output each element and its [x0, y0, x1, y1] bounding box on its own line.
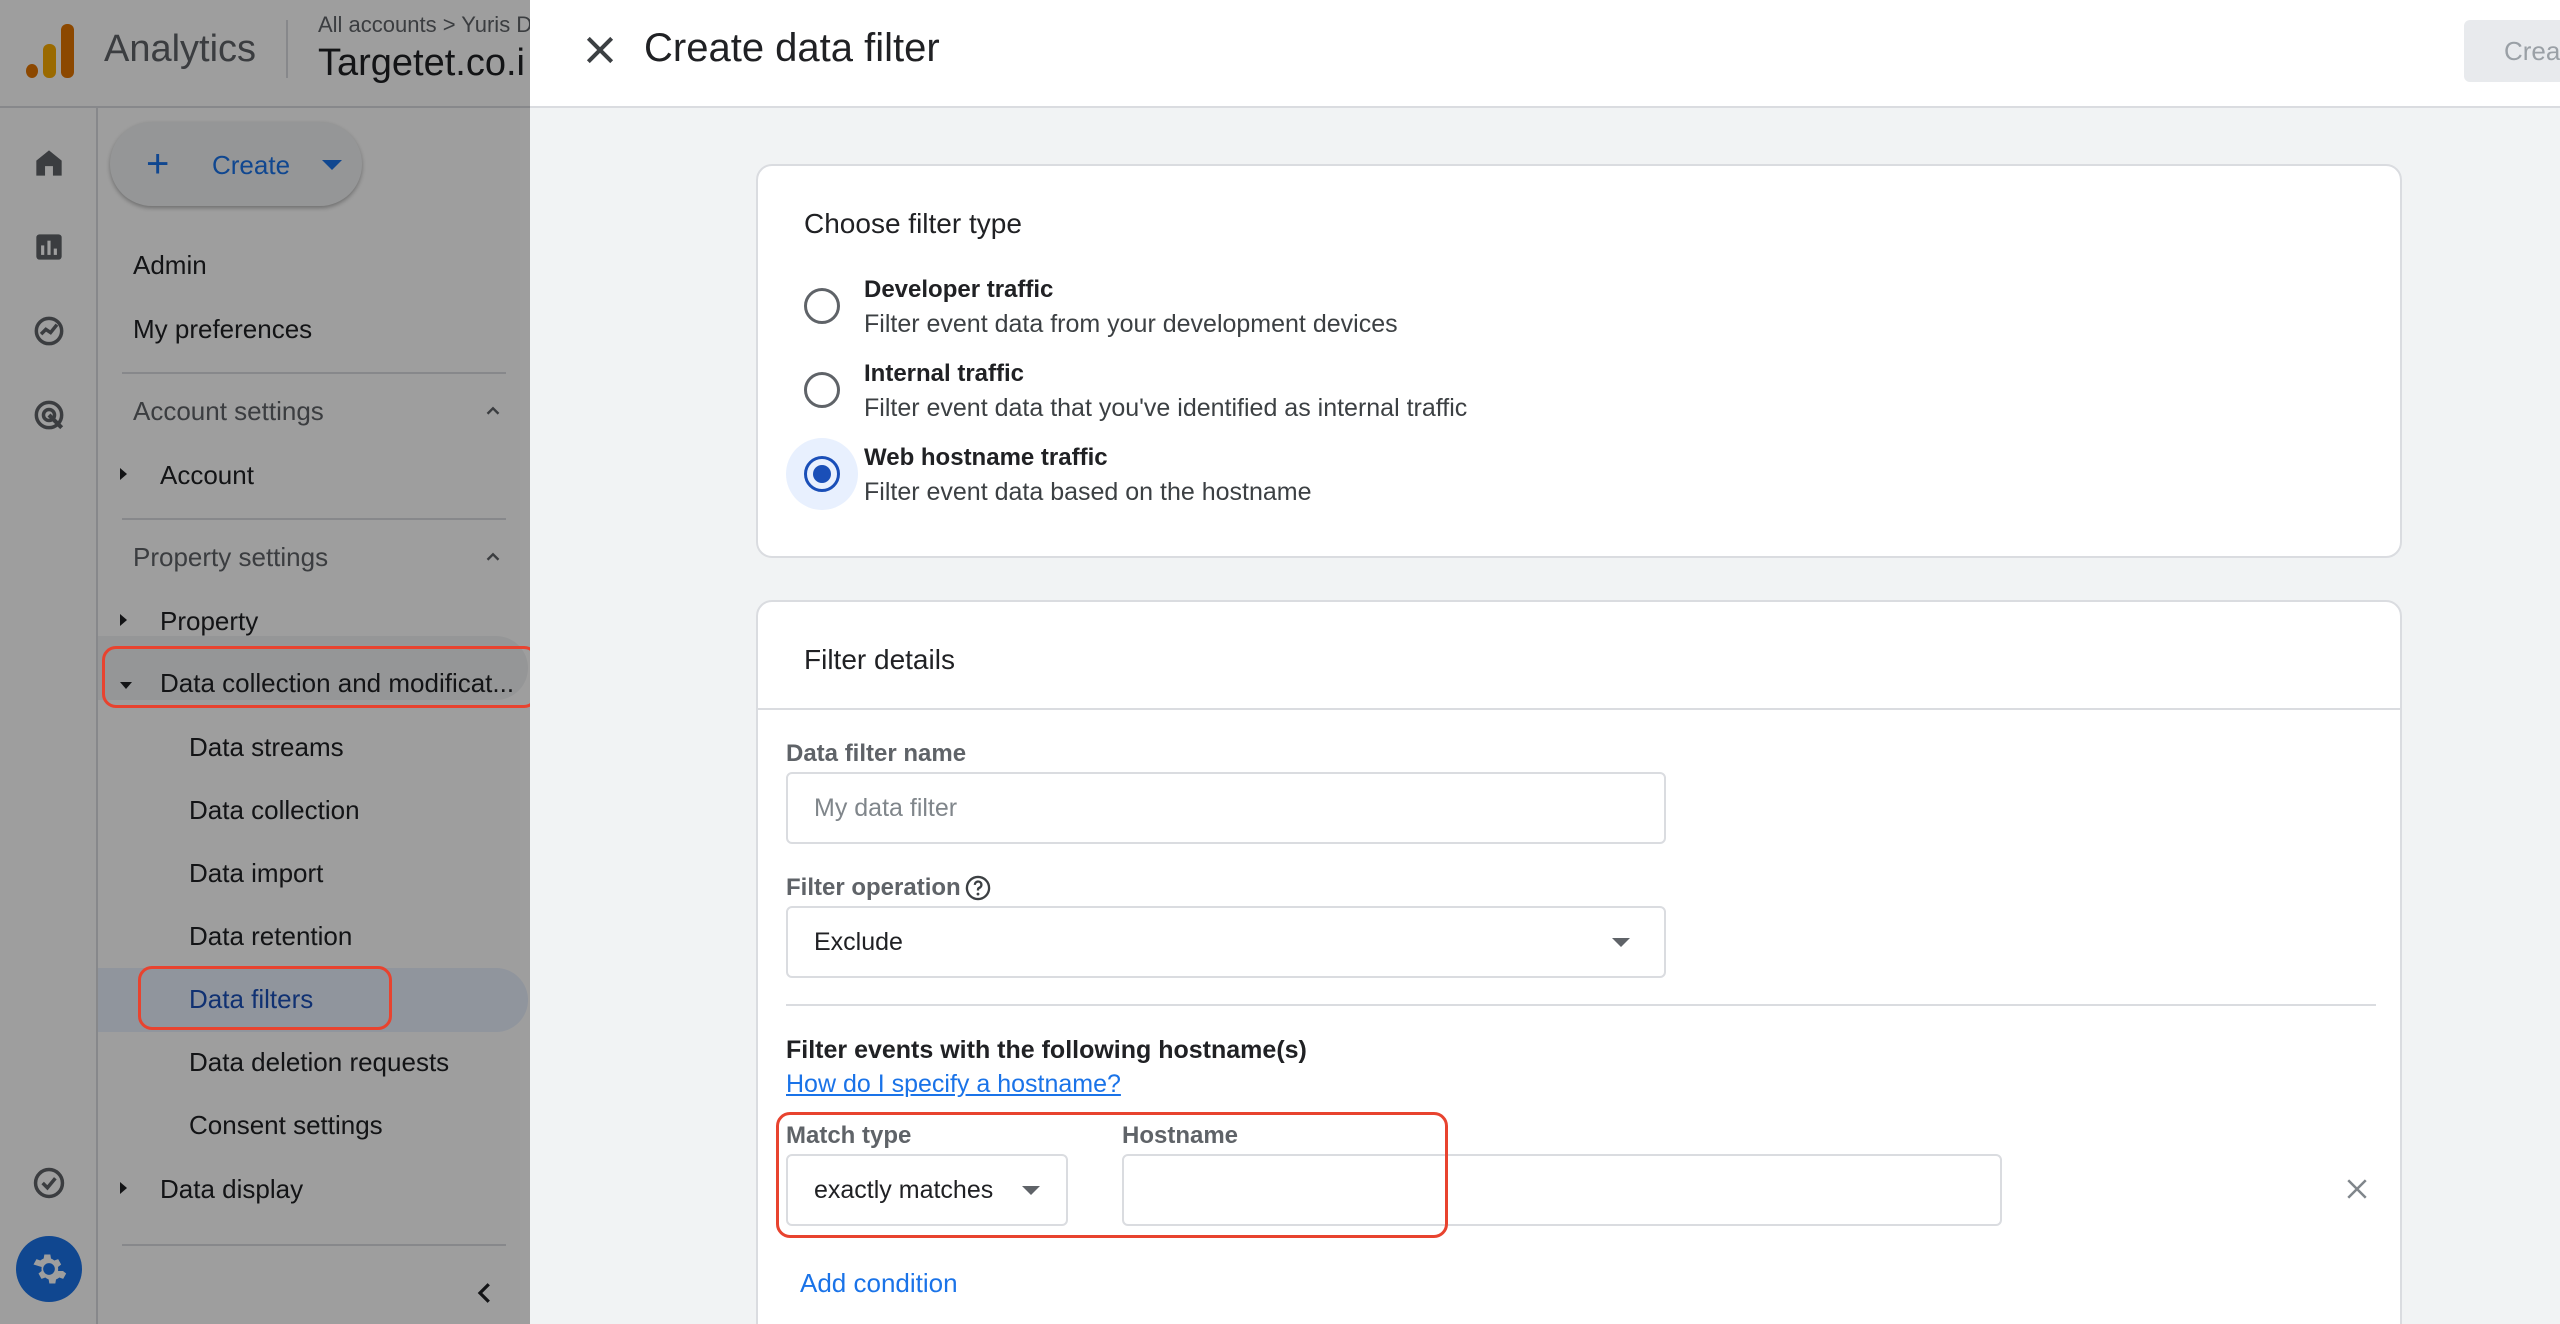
create-submit-label: Crea — [2504, 36, 2560, 66]
option-desc-web-hostname: Filter event data based on the hostname — [864, 478, 1312, 506]
remove-condition-icon[interactable] — [2342, 1174, 2372, 1204]
filter-operation-value: Exclude — [814, 928, 903, 956]
option-title-internal: Internal traffic — [864, 360, 1025, 387]
filter-operation-select[interactable]: Exclude — [786, 906, 1666, 978]
option-title-developer: Developer traffic — [864, 276, 1054, 303]
close-icon[interactable] — [580, 30, 620, 70]
section-divider — [758, 708, 2400, 710]
radio-internal-traffic[interactable] — [804, 372, 840, 408]
data-filter-name-input[interactable] — [788, 774, 1664, 842]
filter-type-heading: Choose filter type — [804, 208, 1022, 239]
data-filter-name-field[interactable] — [786, 772, 1666, 844]
hostnames-heading: Filter events with the following hostnam… — [786, 1036, 1307, 1064]
radio-developer-traffic[interactable] — [804, 288, 840, 324]
panel-header: Create data filter Crea — [530, 0, 2560, 108]
annotation-highlight — [102, 646, 538, 708]
panel-title: Create data filter — [644, 26, 940, 70]
create-submit-button[interactable]: Crea — [2464, 20, 2560, 82]
help-icon[interactable] — [964, 874, 992, 902]
hostname-help-link[interactable]: How do I specify a hostname? — [786, 1070, 1121, 1099]
annotation-highlight — [138, 966, 392, 1030]
add-condition-button[interactable]: Add condition — [800, 1268, 958, 1299]
section-divider — [786, 1004, 2376, 1006]
dropdown-caret-icon — [1612, 938, 1630, 947]
option-desc-developer: Filter event data from your development … — [864, 310, 1398, 338]
filter-details-heading: Filter details — [804, 644, 955, 675]
option-desc-internal: Filter event data that you've identified… — [864, 394, 1468, 422]
annotation-highlight — [776, 1112, 1448, 1238]
data-filter-name-label: Data filter name — [786, 740, 967, 767]
filter-operation-label: Filter operation — [786, 874, 961, 901]
filter-type-card: Choose filter type Developer traffic Fil… — [756, 164, 2402, 558]
radio-web-hostname-traffic[interactable] — [804, 456, 840, 492]
option-title-web-hostname: Web hostname traffic — [864, 444, 1108, 471]
